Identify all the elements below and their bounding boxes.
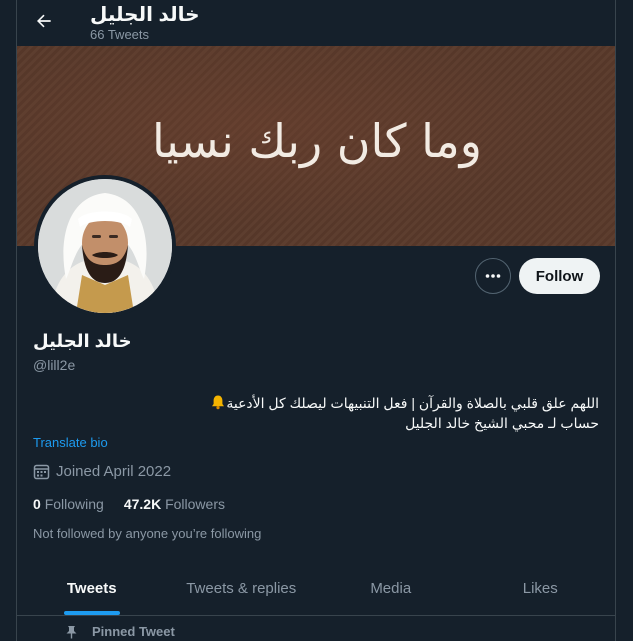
follow-stats: 0 Following 47.2K Followers — [33, 496, 225, 512]
profile-header: خالد الجليل 66 Tweets — [17, 0, 615, 46]
username: @lill2e — [33, 357, 76, 373]
bio-line-1: اللهم علق قلبي بالصلاة والقرآن | فعل الت… — [33, 393, 599, 413]
tab-tweets-replies[interactable]: Tweets & replies — [167, 562, 317, 615]
calendar-icon — [33, 464, 50, 480]
tab-media[interactable]: Media — [316, 562, 466, 615]
joined-date: Joined April 2022 — [33, 463, 171, 480]
more-options-button[interactable] — [475, 258, 511, 294]
followers-label: Followers — [165, 496, 225, 512]
tab-likes[interactable]: Likes — [466, 562, 616, 615]
joined-text: Joined April 2022 — [56, 463, 172, 480]
following-count: 0 — [33, 496, 41, 512]
bio-line-2: حساب لـ محبي الشيخ خالد الجليل — [405, 415, 599, 431]
tweet-count: 66 Tweets — [90, 27, 150, 42]
header-title: خالد الجليل — [90, 4, 200, 26]
tab-tweets[interactable]: Tweets — [17, 562, 167, 615]
avatar-image — [38, 179, 172, 313]
back-button[interactable] — [31, 8, 57, 34]
bell-icon — [212, 395, 225, 410]
pin-icon — [66, 625, 77, 638]
not-followed-note: Not followed by anyone you’re following — [33, 526, 262, 541]
pinned-label: Pinned Tweet — [92, 624, 175, 639]
bio: اللهم علق قلبي بالصلاة والقرآن | فعل الت… — [33, 393, 599, 433]
profile-column: خالد الجليل 66 Tweets وما كان ربك نسيا F… — [16, 0, 616, 641]
banner-text: وما كان ربك نسيا — [152, 114, 482, 168]
profile-tabs: Tweets Tweets & replies Media Likes — [17, 562, 615, 616]
follow-button[interactable]: Follow — [519, 258, 600, 294]
followers-count: 47.2K — [123, 496, 162, 512]
pinned-tweet-header: Pinned Tweet — [65, 624, 175, 639]
following-link[interactable]: 0 Following — [33, 496, 104, 512]
display-name: خالد الجليل — [33, 331, 132, 351]
translate-bio-link[interactable]: Translate bio — [33, 435, 108, 450]
avatar[interactable] — [34, 175, 176, 317]
arrow-left-icon — [37, 14, 51, 28]
more-icon — [485, 274, 501, 278]
followers-link[interactable]: 47.2K Followers — [124, 496, 225, 512]
following-label: Following — [44, 496, 104, 512]
